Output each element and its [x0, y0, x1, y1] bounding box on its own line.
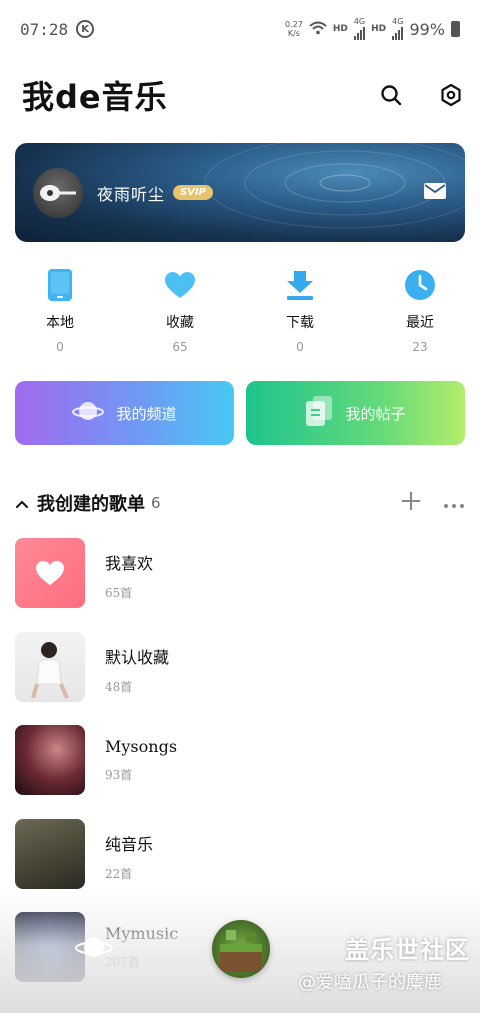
heart-icon — [163, 268, 197, 302]
settings-icon[interactable] — [434, 78, 468, 112]
posts-icon — [305, 395, 333, 431]
my-channel-card[interactable]: 我的频道 — [15, 381, 234, 445]
quick-local-count: 0 — [56, 340, 64, 354]
quick-favorites-label: 收藏 — [166, 315, 194, 331]
playlist-count: 22首 — [105, 866, 133, 881]
my-channel-label: 我的频道 — [116, 404, 177, 423]
network-speed: 0.27 K/s — [285, 20, 303, 38]
playlist-count: 48首 — [105, 679, 133, 694]
created-playlists-header: 我创建的歌单 6 — [15, 488, 465, 518]
playlist-row[interactable]: 我喜欢 65首 — [15, 538, 465, 632]
page-title: 我de音乐 — [22, 78, 168, 116]
quick-local-label: 本地 — [46, 315, 74, 331]
playlist-cover — [15, 631, 85, 702]
singer-photo-image — [31, 641, 69, 699]
more-icon[interactable] — [443, 494, 465, 513]
profile-banner[interactable]: 夜雨听尘 SVIP — [15, 143, 465, 242]
playlist-info: 默认收藏 48首 — [105, 632, 169, 695]
collapse-chevron-icon[interactable] — [15, 494, 29, 513]
playlist-name: 我喜欢 — [105, 554, 154, 573]
playlist-name: 默认收藏 — [105, 647, 170, 667]
download-icon — [283, 268, 317, 302]
planet-icon — [72, 399, 105, 427]
playlist-info: 纯音乐 22首 — [105, 819, 153, 882]
playlist-cover — [15, 725, 85, 795]
quick-downloads[interactable]: 下载 0 — [240, 268, 360, 364]
hd-label-1: HD — [332, 24, 348, 34]
username[interactable]: 夜雨听尘 — [97, 181, 165, 205]
signal-icon-2: 4G — [392, 18, 403, 40]
status-indicators: 0.27 K/s HD 4G HD 4G 99% — [285, 18, 460, 40]
playlist-info: Mysongs 93首 — [105, 725, 177, 783]
add-icon[interactable] — [401, 491, 421, 515]
network-speed-value: 0.27 — [285, 20, 303, 29]
battery-icon — [451, 21, 460, 37]
section-actions — [401, 491, 465, 515]
hd-label-2: HD — [371, 24, 387, 34]
search-icon[interactable] — [374, 78, 408, 112]
section-count: 6 — [151, 494, 161, 512]
planet-icon — [74, 930, 114, 968]
playlist-info: 我喜欢 65首 — [105, 538, 153, 601]
status-bar: 07:28 K 0.27 K/s HD 4G HD 4G 99% — [0, 0, 480, 58]
header-actions — [374, 78, 468, 112]
heart-icon — [36, 560, 64, 586]
watermark-line1: 盖乐世社区 — [345, 936, 470, 964]
playlist-row[interactable]: 默认收藏 48首 — [15, 631, 465, 726]
quick-recent-label: 最近 — [406, 315, 434, 331]
network-type-1: 4G — [353, 17, 366, 26]
playlist-count: 65首 — [105, 586, 133, 600]
playlist-row[interactable]: 纯音乐 22首 — [15, 818, 465, 913]
quick-favorites-count: 65 — [172, 340, 188, 354]
mail-icon[interactable] — [423, 182, 447, 204]
playlist-name: Mysongs — [105, 737, 178, 756]
my-posts-label: 我的帖子 — [345, 404, 406, 423]
carrier-badge: K — [76, 20, 95, 38]
quick-downloads-label: 下载 — [286, 315, 314, 331]
network-speed-unit: K/s — [287, 29, 300, 38]
quick-favorites[interactable]: 收藏 65 — [120, 268, 240, 364]
playlist-cover — [15, 818, 85, 889]
mini-player-disc[interactable] — [212, 920, 270, 978]
battery-percent: 99% — [409, 19, 445, 39]
playlist-cover — [15, 538, 85, 608]
my-posts-card[interactable]: 我的帖子 — [246, 381, 465, 445]
header: 我de音乐 — [22, 70, 468, 120]
playlist-info: Mymusic 207首 — [105, 912, 178, 970]
playlist-count: 93首 — [105, 768, 133, 782]
phone-icon — [43, 268, 77, 302]
wifi-icon — [309, 21, 327, 38]
section-title: 我创建的歌单 — [37, 494, 145, 515]
playlist-name: Mymusic — [105, 924, 179, 943]
avatar[interactable] — [33, 167, 83, 218]
watermark-line2: @爱嗑瓜子的麋鹿 — [298, 972, 442, 993]
playlist-row[interactable]: Mysongs 93首 — [15, 725, 465, 819]
quick-access: 本地 0 收藏 65 下载 0 最近 23 — [0, 268, 480, 364]
guitar-icon — [40, 184, 76, 201]
album-art-image — [220, 930, 262, 972]
network-type-2: 4G — [392, 17, 404, 26]
vip-badge[interactable]: SVIP — [173, 185, 214, 200]
clock-icon — [403, 268, 437, 302]
quick-local[interactable]: 本地 0 — [0, 268, 120, 364]
playlist-name: 纯音乐 — [105, 834, 154, 854]
playlist-count: 207首 — [105, 955, 140, 969]
quick-recent-count: 23 — [412, 340, 428, 354]
status-time: 07:28 — [20, 19, 69, 39]
signal-icon-1: 4G — [354, 18, 365, 40]
quick-recent[interactable]: 最近 23 — [360, 268, 480, 364]
quick-downloads-count: 0 — [296, 340, 304, 354]
